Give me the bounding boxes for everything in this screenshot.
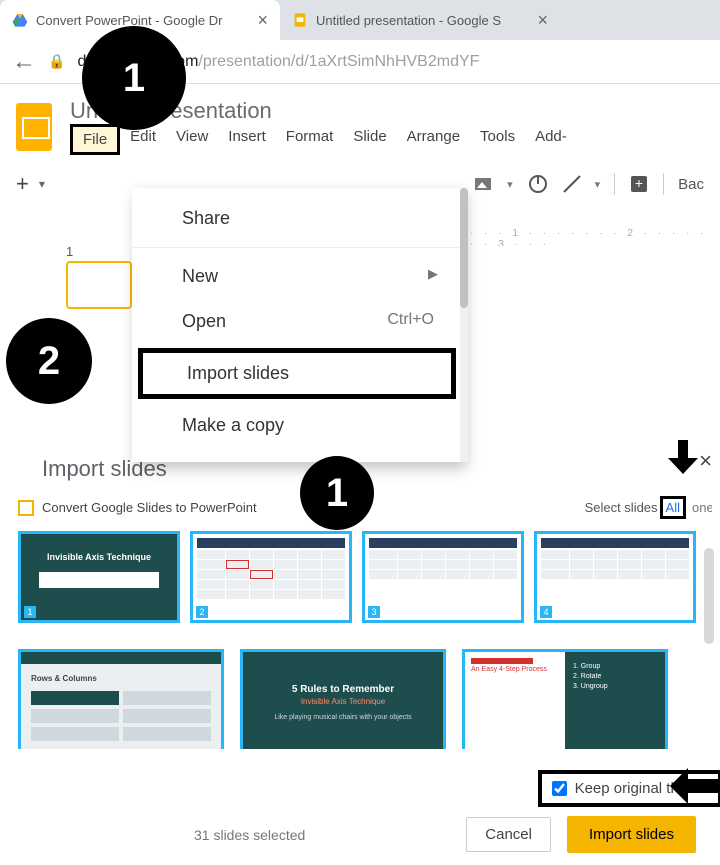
select-all-link[interactable]: All — [660, 496, 686, 519]
menu-file[interactable]: File — [70, 124, 120, 155]
slide-thumbnail[interactable] — [66, 261, 132, 309]
menu-arrange[interactable]: Arrange — [397, 124, 470, 155]
slides-file-icon — [18, 500, 34, 516]
slide-thumb-7[interactable]: An Easy 4-Step Process 1. Group 2. Rotat… — [462, 649, 668, 749]
slide-thumb-6[interactable]: 5 Rules to Remember Invisible Axis Techn… — [240, 649, 446, 749]
thumb-title: Rows & Columns — [31, 674, 211, 683]
svg-text:+: + — [635, 175, 643, 191]
menu-share[interactable]: Share — [132, 196, 462, 241]
thumb-number: 1 — [24, 606, 36, 618]
thumb-head: An Easy 4-Step Process — [471, 666, 559, 673]
menu-insert[interactable]: Insert — [218, 124, 276, 155]
thumb-title: Invisible Axis Technique — [31, 552, 167, 562]
chevron-down-icon[interactable]: ▾ — [507, 178, 513, 191]
browser-tab-slides[interactable]: Untitled presentation - Google S × — [280, 0, 560, 40]
thumb-number: 4 — [540, 606, 552, 618]
list-item: 1. Group — [573, 660, 657, 670]
divider — [614, 173, 615, 195]
lock-icon: 🔒 — [48, 53, 65, 70]
slide-thumb-2[interactable]: 2 — [190, 531, 352, 623]
import-slides-button[interactable]: Import slides — [567, 816, 696, 853]
arrow-left-icon — [670, 768, 720, 809]
background-icon[interactable] — [473, 174, 493, 194]
slide-thumb-1[interactable]: Invisible Axis Technique 1 — [18, 531, 180, 623]
tab-label: Untitled presentation - Google S — [316, 13, 501, 28]
annotation-step-1: 1 — [82, 26, 186, 130]
menu-view[interactable]: View — [166, 124, 218, 155]
slide-thumb-5[interactable]: Rows & Columns — [18, 649, 224, 749]
menu-format[interactable]: Format — [276, 124, 344, 155]
chevron-right-icon: ▶ — [428, 266, 438, 282]
chevron-down-icon[interactable]: ▾ — [39, 177, 45, 191]
menu-tools[interactable]: Tools — [470, 124, 525, 155]
divider — [132, 247, 462, 248]
slide-number: 1 — [66, 244, 132, 259]
scrollbar[interactable] — [704, 548, 714, 644]
cancel-button[interactable]: Cancel — [466, 817, 551, 852]
slide-thumb-4[interactable]: 4 — [534, 531, 696, 623]
chevron-down-icon[interactable]: ▾ — [595, 178, 601, 191]
thumb-footnote: Like playing musical chairs with your ob… — [243, 706, 443, 721]
divider — [663, 173, 664, 195]
slide-panel: 1 — [66, 244, 132, 309]
thumb-number: 3 — [368, 606, 380, 618]
menu-import-slides[interactable]: Import slides — [138, 348, 456, 399]
menu-make-copy[interactable]: Make a copy — [132, 403, 462, 448]
transition-icon[interactable] — [527, 174, 547, 194]
thumb-subtitle: Invisible Axis Technique — [243, 695, 443, 706]
slides-icon — [292, 12, 308, 28]
menu-new[interactable]: New ▶ — [132, 254, 462, 299]
arrow-down-icon — [668, 440, 698, 479]
menu-addons[interactable]: Add- — [525, 124, 577, 155]
select-none-link[interactable]: one — [688, 500, 712, 515]
thumb-number: 2 — [196, 606, 208, 618]
slide-thumb-3[interactable]: 3 — [362, 531, 524, 623]
close-icon[interactable]: × — [257, 10, 268, 31]
list-item: 2. Rotate — [573, 670, 657, 680]
keep-theme-checkbox[interactable] — [552, 781, 567, 796]
select-slides-label: Select slides — [585, 500, 658, 515]
close-icon[interactable]: × — [699, 448, 712, 474]
drive-icon — [12, 12, 28, 28]
list-item: 3. Ungroup — [573, 680, 657, 690]
ruler: · · · 1 · · · · · · · 2 · · · · · · · 3 … — [470, 228, 720, 246]
toolbar-back-text[interactable]: Bac — [678, 176, 704, 193]
comment-icon[interactable]: + — [629, 174, 649, 194]
new-slide-icon[interactable]: + — [16, 171, 29, 197]
selected-count: 31 slides selected — [24, 827, 305, 843]
menu-open[interactable]: Open Ctrl+O — [132, 299, 462, 344]
annotation-step-1: 1 — [300, 456, 374, 530]
menu-slide[interactable]: Slide — [343, 124, 396, 155]
shortcut-label: Ctrl+O — [387, 311, 434, 329]
back-icon[interactable]: ← — [12, 48, 36, 76]
file-menu-dropdown: Share New ▶ Open Ctrl+O Import slides Ma… — [132, 188, 462, 462]
line-icon[interactable] — [561, 174, 581, 194]
slides-logo-icon[interactable] — [16, 103, 52, 151]
close-icon[interactable]: × — [537, 10, 548, 31]
import-file-name: Convert Google Slides to PowerPoint — [42, 500, 257, 515]
thumb-title: 5 Rules to Remember — [243, 664, 443, 695]
annotation-step-2: 2 — [6, 318, 92, 404]
